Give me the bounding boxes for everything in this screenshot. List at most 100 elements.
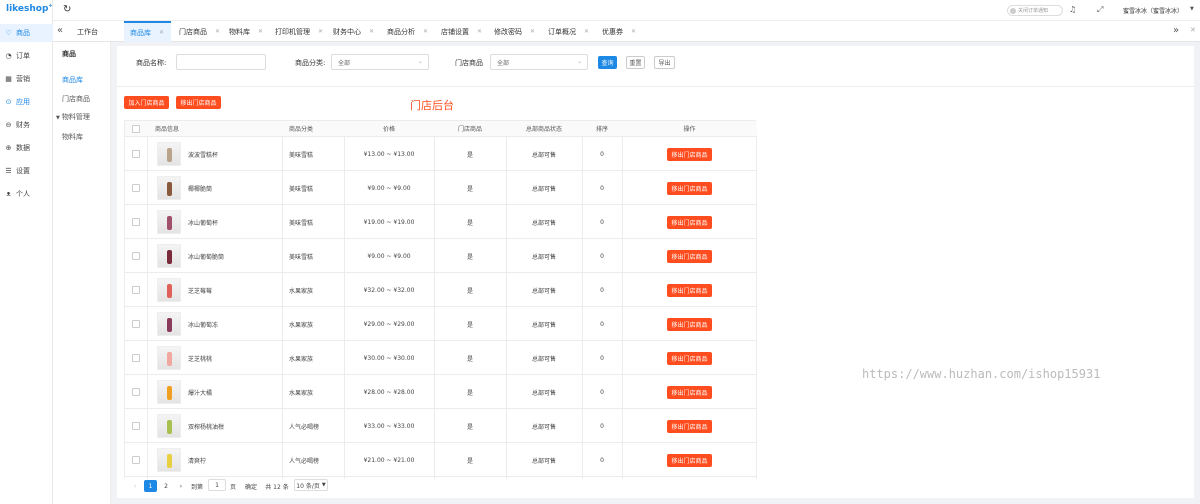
hq-status-cell: 总部可售 bbox=[531, 355, 556, 363]
remove-store-goods-button[interactable]: 移出门店商品 bbox=[667, 215, 712, 229]
row-checkbox[interactable] bbox=[132, 218, 140, 226]
next-page-icon[interactable]: › bbox=[176, 480, 186, 492]
refresh-icon[interactable]: ↻ bbox=[63, 4, 71, 15]
tab-workbench[interactable]: 工作台 bbox=[71, 21, 117, 42]
user-name[interactable]: 蜜雪冰冰（蜜雪冰冰） bbox=[1123, 6, 1183, 15]
tab-goods-analysis[interactable]: 商品分析 ✕ bbox=[381, 21, 433, 42]
hq-status-cell: 总部可售 bbox=[531, 423, 556, 431]
query-button[interactable]: 查询 bbox=[598, 56, 617, 69]
header-category: 商品分类 bbox=[282, 121, 344, 137]
hq-status-cell: 总部可售 bbox=[531, 321, 556, 329]
fullscreen-icon[interactable]: ⤢ bbox=[1097, 5, 1103, 15]
goods-info-cell: 双榨杨桃油柑 bbox=[157, 409, 282, 443]
actions-cell: 移出门店商品 bbox=[622, 171, 757, 205]
close-icon[interactable]: ✕ bbox=[477, 28, 482, 35]
row-select-cell bbox=[125, 273, 147, 307]
nav-item-data[interactable]: ⊕ 数据 bbox=[0, 139, 53, 157]
select-all-checkbox[interactable] bbox=[132, 124, 140, 133]
product-thumbnail bbox=[157, 312, 181, 336]
nav-item-settings[interactable]: ☰ 设置 bbox=[0, 162, 53, 180]
remove-store-goods-button[interactable]: 移出门店商品 bbox=[667, 385, 712, 399]
collapse-left-icon[interactable]: « bbox=[57, 25, 63, 36]
divider bbox=[117, 86, 1194, 87]
row-checkbox[interactable] bbox=[132, 422, 140, 430]
scroll-right-icon[interactable]: » bbox=[1173, 25, 1179, 36]
nav-item-profile[interactable]: ᴥ 个人 bbox=[0, 185, 53, 203]
name-input[interactable] bbox=[176, 54, 266, 70]
subnav-item-store-goods[interactable]: 门店商品 bbox=[62, 94, 90, 104]
reset-button[interactable]: 重置 bbox=[626, 56, 645, 69]
remove-store-goods-button[interactable]: 移出门店商品 bbox=[667, 147, 712, 161]
tab-order-overview[interactable]: 订单概况 ✕ bbox=[542, 21, 594, 42]
tab-coupons[interactable]: 优惠券 ✕ bbox=[596, 21, 646, 42]
close-all-icon[interactable]: ✕ bbox=[1190, 26, 1196, 34]
close-icon[interactable]: ✕ bbox=[159, 29, 164, 36]
remove-store-goods-button[interactable]: 移出门店商品 bbox=[667, 317, 712, 331]
store-select[interactable]: 全部 ⌄ bbox=[490, 54, 588, 70]
actions-cell: 移出门店商品 bbox=[622, 205, 757, 239]
nav-item-order[interactable]: ◔ 订单 bbox=[0, 47, 53, 65]
row-checkbox[interactable] bbox=[132, 388, 140, 396]
actions-cell: 移出门店商品 bbox=[622, 239, 757, 273]
close-icon[interactable]: ✕ bbox=[318, 28, 323, 35]
nav-item-marketing[interactable]: ▦ 营销 bbox=[0, 70, 53, 88]
nav-item-apps[interactable]: ⊙ 应用 bbox=[0, 93, 53, 111]
remove-store-goods-button[interactable]: 移出门店商品 bbox=[667, 419, 712, 433]
tab-change-password[interactable]: 修改密码 ✕ bbox=[488, 21, 540, 42]
close-icon[interactable]: ✕ bbox=[423, 28, 428, 35]
category-cell: 水果家族 bbox=[289, 287, 314, 295]
subnav-item-goods-library[interactable]: 商品库 bbox=[62, 75, 83, 85]
tab-goods-library[interactable]: 商品库 ✕ bbox=[124, 21, 171, 42]
price-cell: ¥9.00 ~ ¥9.00 bbox=[367, 184, 411, 192]
apps-icon: ⊙ bbox=[5, 97, 12, 106]
row-checkbox[interactable] bbox=[132, 286, 140, 294]
remove-store-goods-button[interactable]: 移出门店商品 bbox=[667, 249, 712, 263]
prev-page-icon[interactable]: ‹ bbox=[130, 480, 140, 492]
nav-item-goods[interactable]: ♡ 商品 bbox=[0, 24, 53, 42]
tab-finance[interactable]: 财务中心 ✕ bbox=[327, 21, 379, 42]
page-1-button[interactable]: 1 bbox=[144, 480, 157, 492]
close-icon[interactable]: ✕ bbox=[258, 28, 263, 35]
category-select[interactable]: 全部 ⌄ bbox=[331, 54, 429, 70]
close-icon[interactable]: ✕ bbox=[215, 28, 220, 35]
subnav-item-material-manage[interactable]: ▼ 物料管理 bbox=[56, 112, 90, 122]
add-store-goods-button[interactable]: 加入门店商品 bbox=[124, 96, 169, 109]
sort-cell: 0 bbox=[600, 354, 604, 362]
remove-store-goods-button[interactable]: 移出门店商品 bbox=[667, 351, 712, 365]
page-2-button[interactable]: 2 bbox=[160, 480, 172, 492]
hq-status-cell: 总部可售 bbox=[531, 253, 556, 261]
confirm-button[interactable]: 确定 bbox=[243, 480, 259, 492]
row-checkbox[interactable] bbox=[132, 320, 140, 328]
remove-store-goods-button[interactable]: 移出门店商品 bbox=[667, 453, 712, 467]
tab-store-settings[interactable]: 店铺设置 ✕ bbox=[435, 21, 486, 42]
tab-store-goods[interactable]: 门店商品 ✕ bbox=[173, 21, 221, 42]
tab-printer[interactable]: 打印机管理 ✕ bbox=[269, 21, 325, 42]
row-checkbox[interactable] bbox=[132, 150, 140, 158]
export-button[interactable]: 导出 bbox=[654, 56, 675, 69]
chart-icon: ▦ bbox=[5, 74, 12, 83]
remove-store-goods-button[interactable]: 移出门店商品 bbox=[176, 96, 221, 109]
subnav-item-material-library[interactable]: 物料库 bbox=[62, 132, 83, 142]
table-row: 芝芝桃桃 水果家族 ¥30.00 ~ ¥30.00 是 总部可售 0 移出门店商品 bbox=[125, 341, 757, 375]
tab-material-library[interactable]: 物料库 ✕ bbox=[223, 21, 267, 42]
goto-input[interactable]: 1 bbox=[208, 479, 226, 491]
chevron-down-icon[interactable]: ▼ bbox=[1190, 6, 1194, 12]
row-checkbox[interactable] bbox=[132, 252, 140, 260]
page-unit: 页 bbox=[229, 483, 236, 491]
remove-store-goods-button[interactable]: 移出门店商品 bbox=[667, 181, 712, 195]
row-select-cell bbox=[125, 205, 147, 239]
remove-store-goods-button[interactable]: 移出门店商品 bbox=[667, 283, 712, 297]
nav-item-finance[interactable]: ⊖ 财务 bbox=[0, 116, 53, 134]
close-icon[interactable]: ✕ bbox=[584, 28, 589, 35]
page-size-select[interactable]: 10 条/页 ▼ bbox=[294, 479, 328, 491]
notify-toggle[interactable]: 关闭订单通知 bbox=[1007, 5, 1063, 16]
row-checkbox[interactable] bbox=[132, 354, 140, 362]
row-checkbox[interactable] bbox=[132, 184, 140, 192]
store-goods-cell: 是 bbox=[466, 355, 473, 363]
close-icon[interactable]: ✕ bbox=[631, 28, 636, 35]
bell-icon[interactable]: ♫ bbox=[1069, 5, 1076, 14]
row-checkbox[interactable] bbox=[132, 456, 140, 464]
close-icon[interactable]: ✕ bbox=[530, 28, 535, 35]
close-icon[interactable]: ✕ bbox=[369, 28, 374, 35]
actions-cell: 移出门店商品 bbox=[622, 273, 757, 307]
